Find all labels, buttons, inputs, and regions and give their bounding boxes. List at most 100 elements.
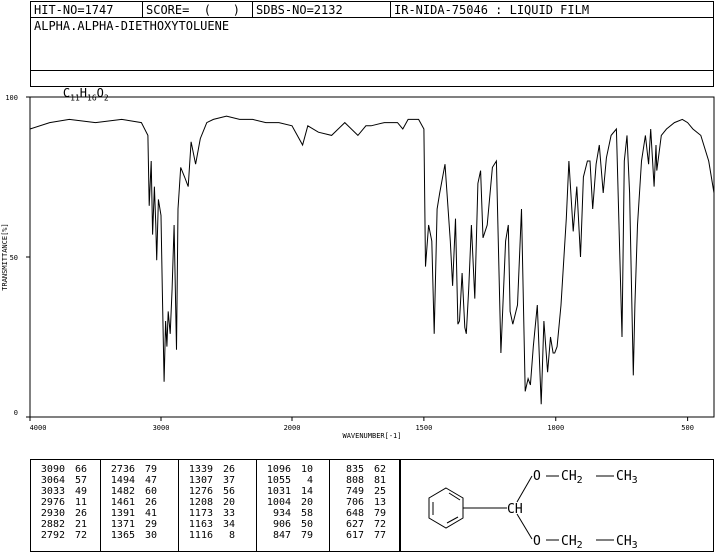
compound-name: ALPHA.ALPHA-DIETHOXYTOLUENE	[34, 19, 230, 33]
plot-frame	[29, 96, 715, 418]
peak-column: 1096 10 1055 4 1031 14 1004 20 934 58 906 50 847 79	[257, 460, 330, 551]
peak-wavenumber: 906	[272, 519, 291, 530]
peak-row: 2792 72	[31, 530, 100, 541]
peak-transmittance: 29	[144, 519, 157, 530]
peak-row: 2930 26	[31, 508, 100, 519]
peak-row: 648 79	[330, 508, 401, 519]
peak-wavenumber: 1173	[188, 508, 213, 519]
formula-divider	[31, 70, 713, 71]
peak-wavenumber: 1371	[110, 519, 135, 530]
peak-row: 1173 33	[179, 508, 256, 519]
peak-row: 1031 14	[257, 486, 329, 497]
x-tick-label: 3000	[153, 424, 170, 432]
peak-transmittance: 62	[373, 464, 386, 475]
peak-row: 1163 34	[179, 519, 256, 530]
hit-no: HIT-NO=1747	[31, 2, 143, 18]
peak-transmittance: 20	[300, 497, 313, 508]
peak-transmittance: 26	[144, 497, 157, 508]
peak-transmittance: 60	[144, 486, 157, 497]
peak-row: 808 81	[330, 475, 401, 486]
ch2-top-label: CH2	[561, 469, 583, 486]
peak-row: 706 13	[330, 497, 401, 508]
peak-row: 3033 49	[31, 486, 100, 497]
peak-row: 1494 47	[101, 475, 178, 486]
peak-wavenumber: 1494	[110, 475, 135, 486]
peak-row: 934 58	[257, 508, 329, 519]
peak-transmittance: 37	[222, 475, 235, 486]
peak-transmittance: 20	[222, 497, 235, 508]
peak-wavenumber: 627	[345, 519, 364, 530]
peak-wavenumber: 1208	[188, 497, 213, 508]
peak-wavenumber: 1482	[110, 486, 135, 497]
peak-wavenumber: 2736	[110, 464, 135, 475]
peak-transmittance: 56	[222, 486, 235, 497]
ch3-top-label: CH3	[616, 469, 638, 486]
peak-row: 1116 8	[179, 530, 256, 541]
peak-wavenumber: 3033	[40, 486, 65, 497]
peak-wavenumber: 1365	[110, 530, 135, 541]
peak-transmittance: 21	[74, 519, 87, 530]
x-tick-label: 500	[681, 424, 694, 432]
peak-wavenumber: 2930	[40, 508, 65, 519]
y-axis-label: TRANSMITTANCE[%]	[1, 223, 9, 290]
peak-transmittance: 50	[300, 519, 313, 530]
peak-transmittance: 34	[222, 519, 235, 530]
peak-wavenumber: 749	[345, 486, 364, 497]
peak-transmittance: 47	[144, 475, 157, 486]
peak-row: 2736 79	[101, 464, 178, 475]
peak-transmittance: 4	[306, 475, 313, 486]
peak-transmittance: 79	[373, 508, 386, 519]
peak-transmittance: 57	[74, 475, 87, 486]
peak-row: 1461 26	[101, 497, 178, 508]
compound-name-box: ALPHA.ALPHA-DIETHOXYTOLUENE C11H16O2	[30, 17, 714, 102]
y-tick-label: 100	[5, 94, 18, 102]
peak-row: 1055 4	[257, 475, 329, 486]
peak-wavenumber: 1031	[266, 486, 291, 497]
peak-wavenumber: 934	[272, 508, 291, 519]
x-tick-label: 2000	[284, 424, 301, 432]
ir-nida: IR-NIDA-75046 : LIQUID FILM	[394, 3, 590, 17]
peak-wavenumber: 3064	[40, 475, 65, 486]
peak-column: 2736 79 1494 47 1482 60 1461 26 1391 41 1371 29 1365…	[101, 460, 179, 551]
peak-wavenumber: 1391	[110, 508, 135, 519]
peak-transmittance: 72	[74, 530, 87, 541]
ch3-bottom-label: CH3	[616, 534, 638, 551]
peak-row: 906 50	[257, 519, 329, 530]
peak-wavenumber: 3090	[40, 464, 65, 475]
peak-transmittance: 10	[300, 464, 313, 475]
peak-row: 1004 20	[257, 497, 329, 508]
peak-row: 1482 60	[101, 486, 178, 497]
peak-wavenumber: 847	[272, 530, 291, 541]
peak-wavenumber: 706	[345, 497, 364, 508]
header-bar: HIT-NO=1747 SCORE= ( ) SDBS-NO=2132 IR-N…	[30, 1, 714, 18]
chemical-structure: CH O CH2 CH3 O CH2 CH3	[428, 469, 638, 551]
peak-wavenumber: 648	[345, 508, 364, 519]
peak-table: 3090 66 3064 57 3033 49 2976 11 2930 26 2882 21 2792…	[30, 459, 400, 552]
peak-transmittance: 14	[300, 486, 313, 497]
peak-transmittance: 66	[74, 464, 87, 475]
peak-transmittance: 81	[373, 475, 386, 486]
peak-transmittance: 58	[300, 508, 313, 519]
peak-row: 2882 21	[31, 519, 100, 530]
o-bottom-label: O	[533, 534, 541, 549]
peak-row: 847 79	[257, 530, 329, 541]
peak-wavenumber: 1096	[266, 464, 291, 475]
peak-column: 3090 66 3064 57 3033 49 2976 11 2930 26 2882 21 2792…	[31, 460, 101, 551]
o-top-label: O	[533, 469, 541, 484]
peak-transmittance: 26	[74, 508, 87, 519]
x-tick-label: 1500	[415, 424, 432, 432]
peak-wavenumber: 617	[345, 530, 364, 541]
peak-transmittance: 11	[74, 497, 87, 508]
peak-wavenumber: 1004	[266, 497, 291, 508]
score: SCORE= ( )	[143, 2, 253, 18]
peak-wavenumber: 1307	[188, 475, 213, 486]
peak-transmittance: 8	[228, 530, 235, 541]
peak-row: 835 62	[330, 464, 401, 475]
peak-wavenumber: 1339	[188, 464, 213, 475]
peak-wavenumber: 2882	[40, 519, 65, 530]
peak-column: 835 62 808 81 749 25 706 13 648 79 627 72 617 77	[330, 460, 401, 551]
peak-transmittance: 49	[74, 486, 87, 497]
peak-row: 1208 20	[179, 497, 256, 508]
peak-wavenumber: 1163	[188, 519, 213, 530]
peak-transmittance: 77	[373, 530, 386, 541]
